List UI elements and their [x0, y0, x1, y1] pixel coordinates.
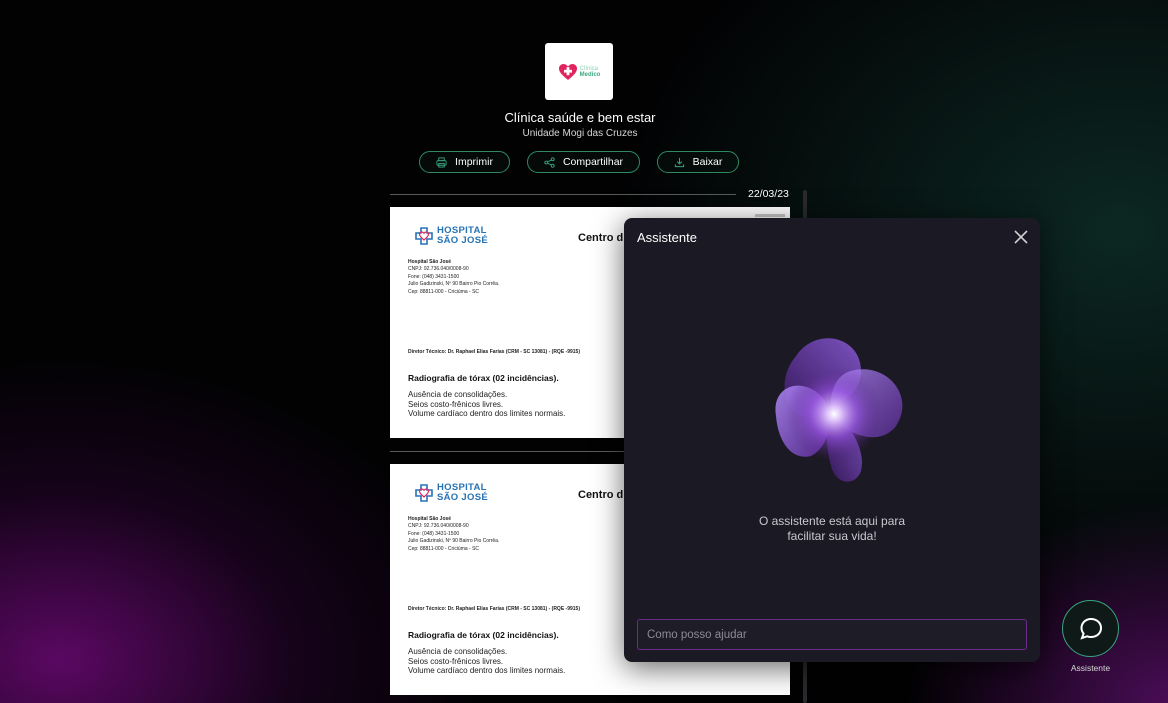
info-phone: Fone: (048) 3431-1500: [408, 530, 460, 537]
chat-bubble-icon: [1079, 617, 1102, 640]
assistant-fab-button[interactable]: [1062, 600, 1119, 657]
document-date: 22/03/23: [748, 188, 789, 200]
finding-line: Seios costo-frênicos livres.: [408, 656, 504, 666]
info-address: Julio Gadizinski, Nº 90 Bairro Pio Corrê…: [408, 538, 500, 545]
assistant-message-line2: facilitar sua vida!: [787, 529, 877, 543]
info-phone: Fone: (048) 3431-1500: [408, 273, 460, 280]
finding-line: Ausência de consolidações.: [408, 390, 508, 399]
assistant-message-line1: O assistente está aqui para: [758, 514, 906, 528]
logo-text-line2: Medico: [579, 71, 601, 78]
page-tab: [755, 214, 785, 217]
share-button-label: Compartilhar: [562, 156, 624, 168]
printer-icon: [436, 156, 447, 168]
clinic-name: Clínica saúde e bem estar: [504, 110, 656, 125]
info-cep: Cep: 88811-000 - Criciúma - SC: [408, 288, 480, 295]
document-header-title: Centro di: [578, 489, 627, 501]
finding-line: Volume cardíaco dentro dos limites norma…: [408, 409, 566, 418]
assistant-panel: Assistente O assistente está aqui para f…: [624, 218, 1040, 662]
download-button[interactable]: Baixar: [657, 151, 739, 173]
info-name: Hospital São José: [408, 259, 452, 265]
clinic-unit: Unidade Mogi das Cruzes: [522, 128, 638, 139]
heart-cross-icon: [558, 63, 578, 81]
exam-findings: Ausência de consolidações. Seios costo-f…: [408, 647, 565, 676]
hospital-logo: HOSPITAL SÃO JOSÉ: [414, 226, 488, 246]
info-cep: Cep: 88811-000 - Criciúma - SC: [408, 545, 480, 552]
finding-line: Ausência de consolidações.: [408, 647, 508, 656]
print-button-label: Imprimir: [455, 156, 493, 168]
download-icon: [674, 157, 684, 167]
finding-line: Volume cardíaco dentro dos limites norma…: [408, 666, 566, 675]
hospital-name-line2: SÃO JOSÉ: [437, 492, 488, 503]
hospital-info: Hospital São José CNPJ: 92.736.040/0008-…: [408, 259, 499, 296]
info-cnpj: CNPJ: 92.736.040/0008-90: [408, 266, 469, 273]
hospital-info: Hospital São José CNPJ: 92.736.040/0008-…: [408, 516, 499, 553]
hospital-cross-icon: [415, 484, 433, 502]
download-button-label: Baixar: [692, 156, 723, 168]
hospital-name-line2: SÃO JOSÉ: [437, 235, 488, 246]
assistant-orb-icon: [775, 338, 903, 482]
date-divider: [390, 194, 736, 195]
logo-text-line1: Clínica: [579, 65, 598, 72]
assistant-fab-label: Assistente: [1070, 663, 1111, 673]
exam-title: Radiografia de tórax (02 incidências).: [408, 630, 559, 640]
share-button[interactable]: Compartilhar: [527, 151, 640, 173]
hospital-logo: HOSPITAL SÃO JOSÉ: [414, 483, 488, 503]
info-name: Hospital São José: [408, 516, 452, 522]
assistant-message: O assistente está aqui para facilitar su…: [624, 514, 1040, 544]
close-icon[interactable]: [1012, 228, 1030, 246]
logo-text: Clínica Medico: [580, 66, 601, 78]
finding-line: Seios costo-frênicos livres.: [408, 399, 504, 409]
info-cnpj: CNPJ: 92.736.040/0008-90: [408, 523, 469, 530]
assistant-input[interactable]: [637, 619, 1027, 650]
clinic-logo: Clínica Medico: [545, 43, 613, 100]
document-header-title: Centro di: [578, 232, 627, 244]
technical-director: Diretor Técnico: Dr. Raphael Elias Faria…: [408, 606, 580, 612]
exam-title: Radiografia de tórax (02 incidências).: [408, 373, 559, 383]
technical-director: Diretor Técnico: Dr. Raphael Elias Faria…: [408, 349, 580, 355]
assistant-title: Assistente: [637, 230, 697, 245]
exam-findings: Ausência de consolidações. Seios costo-f…: [408, 390, 565, 419]
hospital-cross-icon: [415, 227, 433, 245]
print-button[interactable]: Imprimir: [419, 151, 510, 173]
info-address: Julio Gadizinski, Nº 90 Bairro Pio Corrê…: [408, 281, 500, 288]
share-icon: [544, 156, 555, 168]
